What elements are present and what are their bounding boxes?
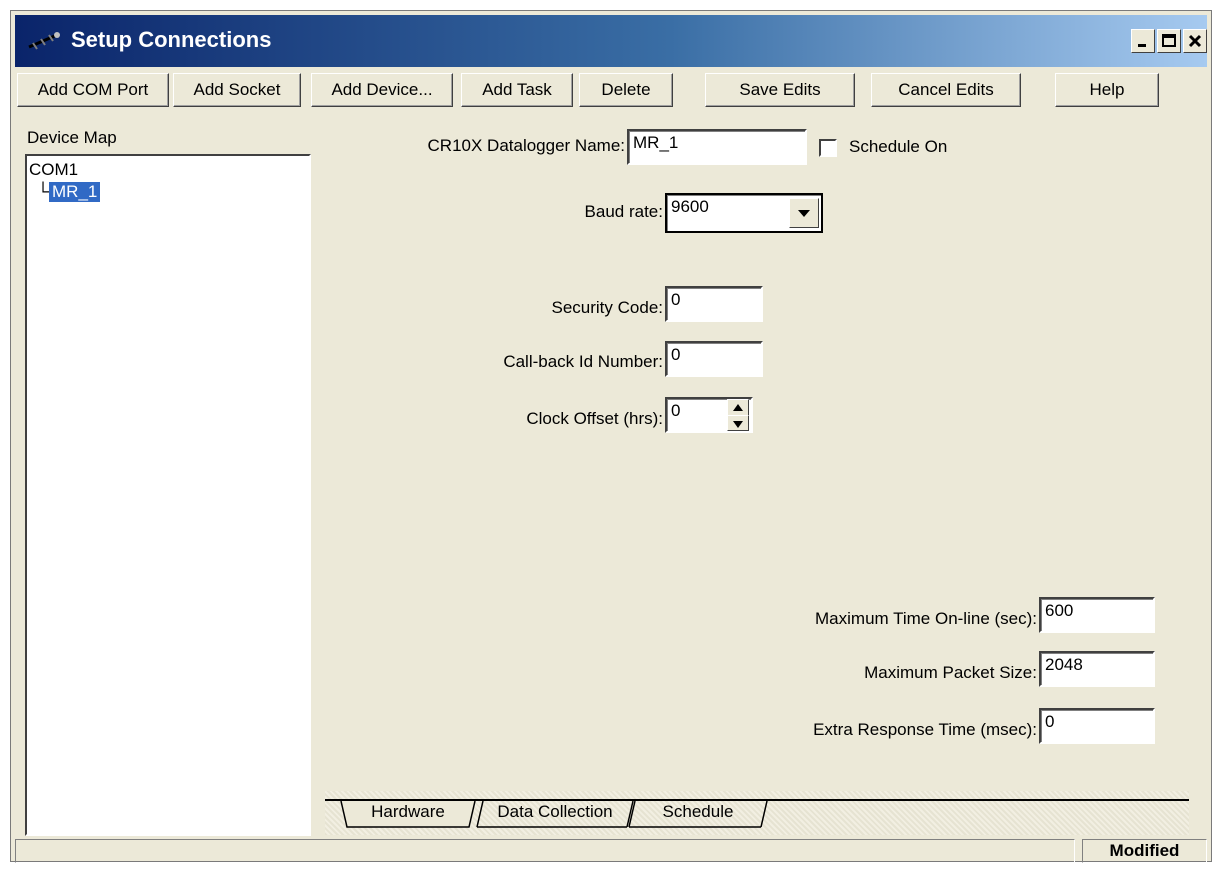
baud-rate-value: 9600 <box>671 197 709 216</box>
clock-offset-label: Clock Offset (hrs): <box>526 409 663 428</box>
tab-schedule[interactable]: Schedule <box>635 797 761 829</box>
cancel-edits-button[interactable]: Cancel Edits <box>871 73 1021 107</box>
security-code-field[interactable]: 0 <box>665 286 763 322</box>
minimize-button[interactable] <box>1131 29 1155 53</box>
tab-data-collection-label: Data Collection <box>497 802 613 821</box>
title-bar[interactable]: Setup Connections <box>15 15 1207 67</box>
max-time-online-label: Maximum Time On-line (sec): <box>815 609 1037 628</box>
datalogger-name-field[interactable]: MR_1 <box>627 129 807 165</box>
save-edits-button[interactable]: Save Edits <box>705 73 855 107</box>
arrow-up-icon <box>733 404 743 411</box>
toolbar: Add COM Port Add Socket Add Device... Ad… <box>15 71 1207 111</box>
baud-rate-select[interactable]: 9600 <box>665 193 823 233</box>
tree-branch-glyph: └ <box>37 182 50 201</box>
tab-data-collection[interactable]: Data Collection <box>483 797 627 829</box>
window-title: Setup Connections <box>71 27 272 52</box>
datalogger-name-label: CR10X Datalogger Name: <box>427 136 625 155</box>
dropdown-arrow-button[interactable] <box>789 198 819 228</box>
delete-button[interactable]: Delete <box>579 73 673 107</box>
schedule-on-checkbox[interactable] <box>819 139 837 157</box>
callback-id-label: Call-back Id Number: <box>503 352 663 371</box>
add-device-button[interactable]: Add Device... <box>311 73 453 107</box>
chevron-down-icon <box>798 210 810 217</box>
tab-hardware-label: Hardware <box>371 802 445 821</box>
extra-response-time-label: Extra Response Time (msec): <box>813 720 1037 739</box>
status-panel-left <box>15 839 1075 863</box>
add-socket-button[interactable]: Add Socket <box>173 73 301 107</box>
close-button[interactable] <box>1183 29 1207 53</box>
maximize-button[interactable] <box>1157 29 1181 53</box>
security-code-label: Security Code: <box>551 298 664 317</box>
tab-strip: Hardware Data Collection Schedule <box>325 791 1189 835</box>
maximize-icon <box>1162 34 1176 47</box>
schedule-on-label: Schedule On <box>849 137 948 156</box>
minimize-icon <box>1138 44 1146 47</box>
status-modified: Modified <box>1082 839 1207 863</box>
arrow-down-icon <box>733 421 743 428</box>
tab-schedule-label: Schedule <box>662 802 734 821</box>
tab-hardware[interactable]: Hardware <box>347 797 469 829</box>
setup-connections-window: Setup Connections Add COM Port Add Socke… <box>10 10 1212 863</box>
status-bar: Modified <box>15 839 1207 863</box>
callback-id-field[interactable]: 0 <box>665 341 763 377</box>
spin-down-button[interactable] <box>727 415 749 431</box>
max-packet-size-label: Maximum Packet Size: <box>864 663 1037 682</box>
connection-icon <box>28 32 60 50</box>
add-task-button[interactable]: Add Task <box>461 73 573 107</box>
max-packet-size-field[interactable]: 2048 <box>1039 651 1155 687</box>
close-icon <box>1188 34 1202 48</box>
baud-rate-label: Baud rate: <box>584 202 663 221</box>
extra-response-time-field[interactable]: 0 <box>1039 708 1155 744</box>
device-map-tree[interactable]: COM1 └ MR_1 <box>25 154 311 836</box>
add-com-port-button[interactable]: Add COM Port <box>17 73 169 107</box>
device-map-label: Device Map <box>27 128 117 147</box>
clock-offset-value: 0 <box>671 401 681 420</box>
clock-offset-field[interactable]: 0 <box>665 397 753 433</box>
tree-node-mr1-selected[interactable]: MR_1 <box>49 182 101 202</box>
help-button[interactable]: Help <box>1055 73 1159 107</box>
tree-node-com1[interactable]: COM1 <box>29 160 78 180</box>
max-time-online-field[interactable]: 600 <box>1039 597 1155 633</box>
